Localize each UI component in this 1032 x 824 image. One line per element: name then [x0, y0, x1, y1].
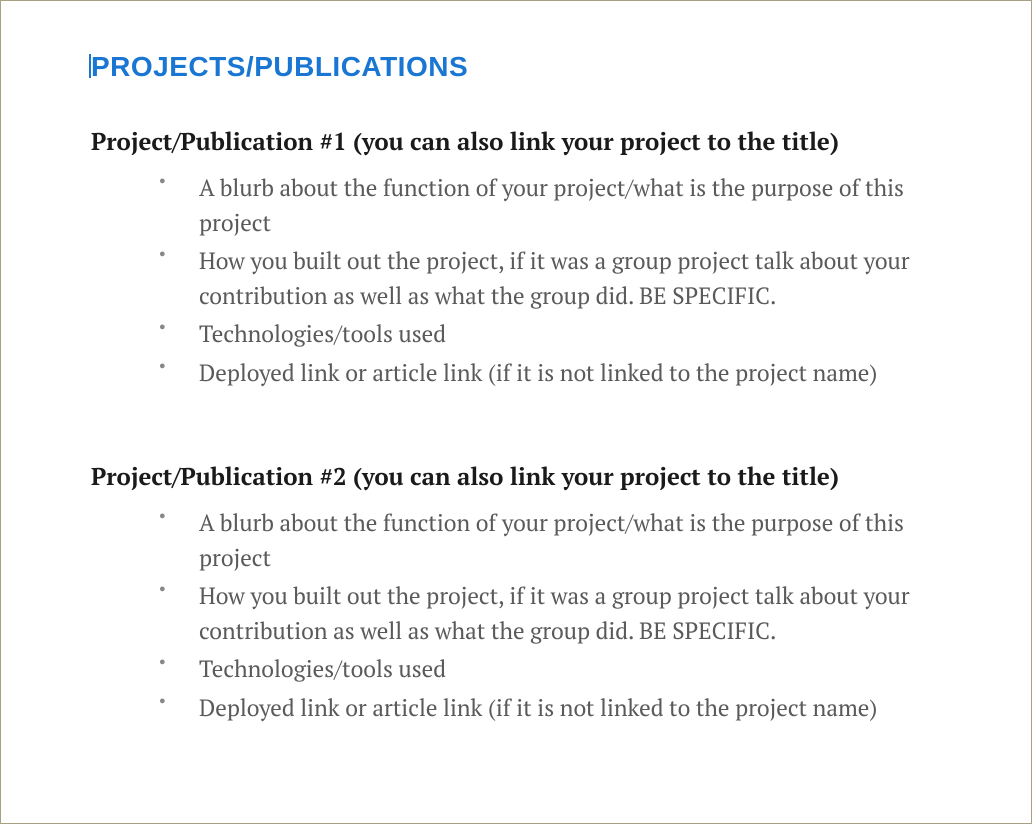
- list-item: Technologies/tools used: [91, 652, 961, 687]
- project-bullets-2: A blurb about the function of your proje…: [91, 506, 961, 725]
- project-block-2: Project/Publication #2 (you can also lin…: [91, 460, 961, 725]
- text-cursor-icon: [89, 54, 91, 78]
- project-title-2[interactable]: Project/Publication #2 (you can also lin…: [91, 460, 961, 492]
- list-item: How you built out the project, if it was…: [91, 579, 961, 648]
- project-block-1: Project/Publication #1 (you can also lin…: [91, 125, 961, 390]
- list-item: How you built out the project, if it was…: [91, 244, 961, 313]
- list-item: Technologies/tools used: [91, 317, 961, 352]
- list-item: A blurb about the function of your proje…: [91, 506, 961, 575]
- project-title-sub: (you can also link your project to the t…: [347, 125, 839, 157]
- project-bullets-1: A blurb about the function of your proje…: [91, 171, 961, 390]
- list-item: Deployed link or article link (if it is …: [91, 356, 961, 391]
- project-title-main: Project/Publication #2: [91, 460, 347, 492]
- project-title-main: Project/Publication #1: [91, 125, 347, 157]
- project-title-sub: (you can also link your project to the t…: [347, 460, 839, 492]
- list-item: A blurb about the function of your proje…: [91, 171, 961, 240]
- section-heading: PROJECTS/PUBLICATIONS: [91, 51, 961, 83]
- section-heading-text: PROJECTS/PUBLICATIONS: [91, 51, 468, 82]
- list-item: Deployed link or article link (if it is …: [91, 691, 961, 726]
- project-title-1[interactable]: Project/Publication #1 (you can also lin…: [91, 125, 961, 157]
